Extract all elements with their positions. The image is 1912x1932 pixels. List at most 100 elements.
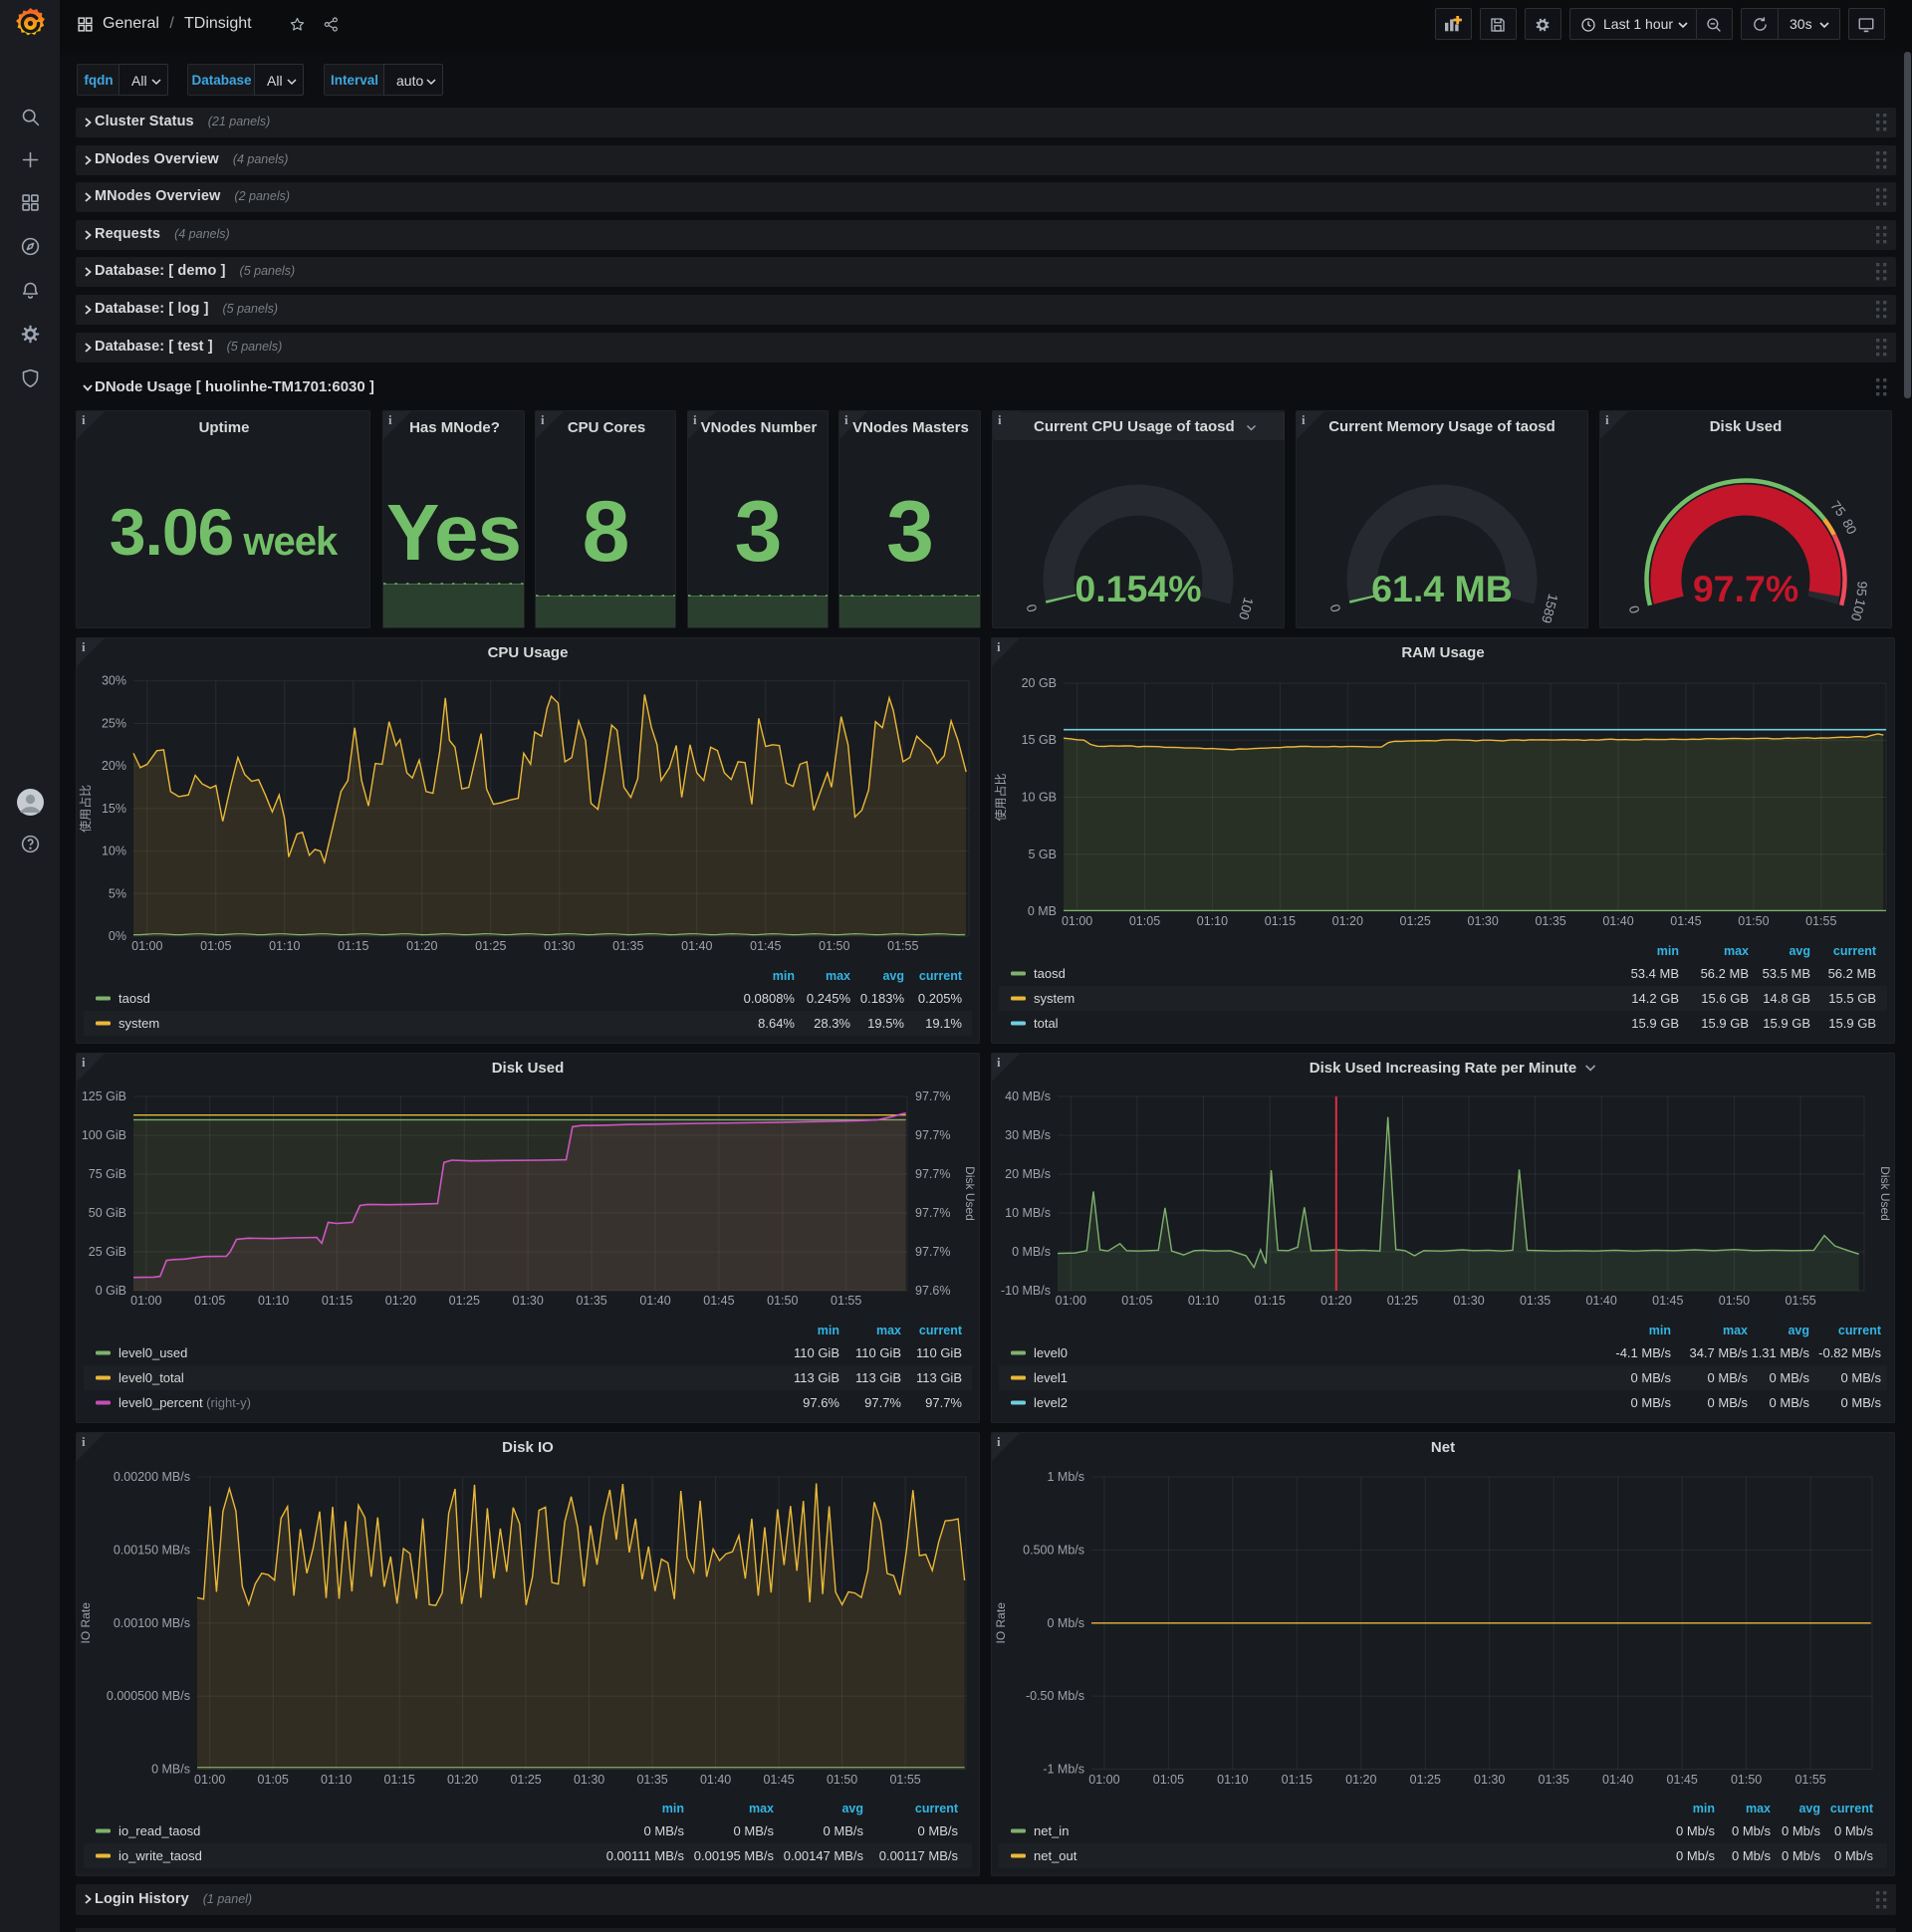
svg-text:01:10: 01:10 <box>1217 1773 1248 1787</box>
svg-text:01:10: 01:10 <box>258 1294 289 1308</box>
svg-text:0.00195 MB/s: 0.00195 MB/s <box>694 1848 775 1863</box>
svg-text:40 MB/s: 40 MB/s <box>1005 1089 1051 1103</box>
svg-text:01:20: 01:20 <box>1332 914 1363 928</box>
svg-text:14.2 GB: 14.2 GB <box>1631 991 1679 1006</box>
svg-text:0 MB/s: 0 MB/s <box>644 1823 685 1838</box>
svg-text:level2: level2 <box>1034 1395 1068 1410</box>
svg-text:30%: 30% <box>102 674 126 688</box>
svg-text:0 Mb/s: 0 Mb/s <box>1047 1616 1084 1630</box>
svg-text:0.205%: 0.205% <box>918 991 963 1006</box>
svg-text:使用占比: 使用占比 <box>78 785 93 833</box>
svg-text:0 GiB: 0 GiB <box>96 1284 126 1298</box>
svg-text:100: 100 <box>1848 598 1868 623</box>
svg-text:0.183%: 0.183% <box>860 991 905 1006</box>
svg-text:110 GiB: 110 GiB <box>916 1345 962 1360</box>
svg-text:01:15: 01:15 <box>1282 1773 1313 1787</box>
svg-text:01:10: 01:10 <box>269 939 300 953</box>
svg-text:level0_total: level0_total <box>119 1370 184 1385</box>
svg-text:01:40: 01:40 <box>1602 914 1633 928</box>
svg-text:01:10: 01:10 <box>1188 1294 1219 1308</box>
svg-text:0.154%: 0.154% <box>1075 568 1201 609</box>
svg-text:01:35: 01:35 <box>612 939 643 953</box>
svg-text:0 MB: 0 MB <box>1028 904 1057 918</box>
svg-text:IO Rate: IO Rate <box>994 1602 1008 1644</box>
svg-text:110 GiB: 110 GiB <box>855 1345 901 1360</box>
svg-text:01:15: 01:15 <box>1265 914 1296 928</box>
svg-text:10%: 10% <box>102 845 126 858</box>
svg-text:0 Mb/s: 0 Mb/s <box>1834 1823 1874 1838</box>
svg-text:使用占比: 使用占比 <box>993 773 1008 821</box>
svg-text:110 GiB: 110 GiB <box>794 1345 839 1360</box>
svg-text:-0.82 MB/s: -0.82 MB/s <box>1818 1345 1881 1360</box>
svg-text:15.9 GB: 15.9 GB <box>1828 1016 1876 1031</box>
svg-text:0: 0 <box>1626 604 1642 614</box>
svg-text:01:50: 01:50 <box>827 1773 857 1787</box>
svg-text:01:25: 01:25 <box>1400 914 1431 928</box>
svg-text:level0_percent (right-y): level0_percent (right-y) <box>119 1395 251 1410</box>
svg-text:-0.50 Mb/s: -0.50 Mb/s <box>1026 1689 1084 1703</box>
svg-text:30 MB/s: 30 MB/s <box>1005 1128 1051 1142</box>
svg-text:1589: 1589 <box>1539 593 1560 625</box>
svg-text:0.00100 MB/s: 0.00100 MB/s <box>114 1616 190 1630</box>
svg-text:01:30: 01:30 <box>1474 1773 1505 1787</box>
svg-text:01:45: 01:45 <box>750 939 781 953</box>
svg-text:15.9 GB: 15.9 GB <box>1631 1016 1679 1031</box>
svg-text:01:45: 01:45 <box>1667 1773 1698 1787</box>
svg-text:01:30: 01:30 <box>513 1294 544 1308</box>
svg-text:01:30: 01:30 <box>544 939 575 953</box>
svg-text:min: min <box>662 1802 684 1815</box>
svg-text:Net: Net <box>1431 1439 1455 1456</box>
svg-text:100: 100 <box>1236 596 1256 621</box>
svg-text:01:35: 01:35 <box>576 1294 606 1308</box>
svg-text:01:35: 01:35 <box>1535 914 1565 928</box>
svg-text:01:45: 01:45 <box>763 1773 794 1787</box>
svg-text:01:10: 01:10 <box>321 1773 352 1787</box>
svg-text:total: total <box>1034 1016 1059 1031</box>
svg-text:0.245%: 0.245% <box>807 991 851 1006</box>
svg-text:0%: 0% <box>109 929 126 943</box>
svg-text:avg: avg <box>841 1802 863 1815</box>
svg-text:system: system <box>119 1016 159 1031</box>
svg-text:25 GiB: 25 GiB <box>89 1245 126 1259</box>
svg-text:current: current <box>919 969 963 983</box>
svg-text:0 Mb/s: 0 Mb/s <box>1676 1823 1716 1838</box>
svg-text:01:00: 01:00 <box>1056 1294 1086 1308</box>
svg-text:CPU Usage: CPU Usage <box>488 644 569 661</box>
svg-text:01:30: 01:30 <box>574 1773 604 1787</box>
svg-text:01:00: 01:00 <box>130 1294 161 1308</box>
svg-text:0 Mb/s: 0 Mb/s <box>1834 1848 1874 1863</box>
svg-text:01:25: 01:25 <box>1410 1773 1441 1787</box>
svg-text:01:00: 01:00 <box>1062 914 1092 928</box>
svg-text:5 GB: 5 GB <box>1029 847 1058 861</box>
svg-text:01:00: 01:00 <box>194 1773 225 1787</box>
svg-text:01:40: 01:40 <box>1586 1294 1617 1308</box>
svg-text:0.00150 MB/s: 0.00150 MB/s <box>114 1543 190 1557</box>
svg-text:01:55: 01:55 <box>889 1773 920 1787</box>
svg-text:min: min <box>773 969 795 983</box>
svg-text:01:05: 01:05 <box>258 1773 289 1787</box>
svg-text:01:40: 01:40 <box>700 1773 731 1787</box>
svg-text:97.7%: 97.7% <box>915 1245 950 1259</box>
svg-text:01:25: 01:25 <box>475 939 506 953</box>
svg-text:avg: avg <box>882 969 904 983</box>
svg-text:53.5 MB: 53.5 MB <box>1763 966 1810 981</box>
svg-text:01:40: 01:40 <box>1602 1773 1633 1787</box>
svg-text:level1: level1 <box>1034 1370 1068 1385</box>
svg-text:0 MB/s: 0 MB/s <box>918 1823 959 1838</box>
svg-text:net_out: net_out <box>1034 1848 1077 1863</box>
svg-text:15.9 GB: 15.9 GB <box>1763 1016 1810 1031</box>
svg-text:level0_used: level0_used <box>119 1345 187 1360</box>
svg-text:max: max <box>1723 1324 1748 1337</box>
svg-text:0 MB/s: 0 MB/s <box>1708 1395 1749 1410</box>
svg-text:61.4 MB: 61.4 MB <box>1371 568 1513 609</box>
svg-text:01:20: 01:20 <box>385 1294 416 1308</box>
svg-text:-10 MB/s: -10 MB/s <box>1001 1284 1051 1298</box>
svg-text:01:55: 01:55 <box>831 1294 861 1308</box>
svg-text:01:05: 01:05 <box>1153 1773 1184 1787</box>
svg-text:0 MB/s: 0 MB/s <box>1631 1395 1672 1410</box>
svg-text:-1 Mb/s: -1 Mb/s <box>1043 1763 1084 1777</box>
svg-text:8.64%: 8.64% <box>758 1016 795 1031</box>
svg-text:1 Mb/s: 1 Mb/s <box>1047 1470 1084 1484</box>
svg-text:min: min <box>1693 1802 1715 1815</box>
svg-text:0.00200 MB/s: 0.00200 MB/s <box>114 1470 190 1484</box>
